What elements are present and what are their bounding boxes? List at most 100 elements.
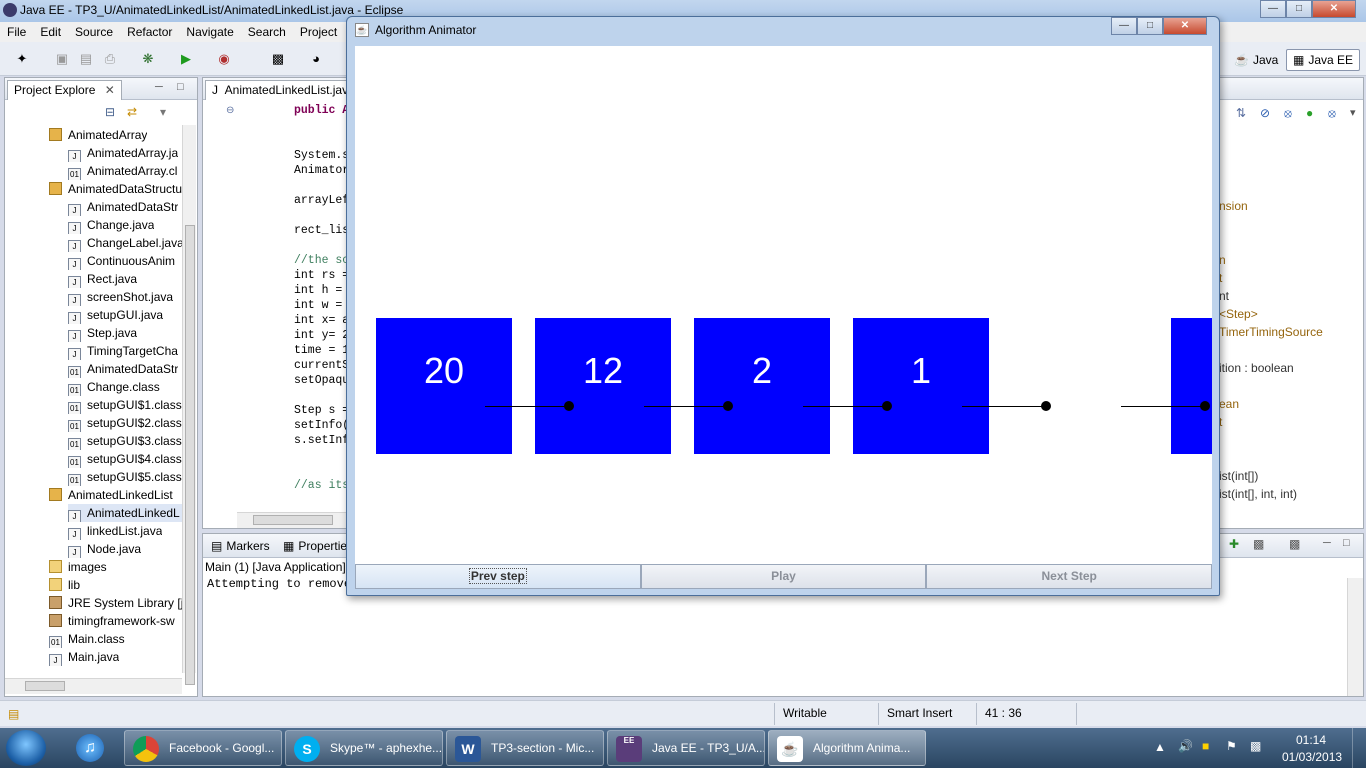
tree-item[interactable]: timingframework-sw bbox=[49, 612, 175, 630]
code-line[interactable]: time = 1 bbox=[294, 343, 349, 358]
scrollbar-thumb[interactable] bbox=[253, 515, 333, 525]
tree-item[interactable]: J Change.java bbox=[68, 216, 154, 234]
tree-item[interactable]: AnimatedDataStructu bbox=[49, 180, 182, 198]
perspective-java-ee[interactable]: ▦ Java EE bbox=[1286, 49, 1361, 71]
taskbar-item-eclipse[interactable]: EE Java EE - TP3_U/A... bbox=[607, 730, 765, 766]
tree-item[interactable]: J ChangeLabel.java bbox=[68, 234, 184, 252]
view-menu-icon[interactable]: ▾ bbox=[1350, 106, 1356, 119]
minimize-icon[interactable]: — bbox=[1260, 0, 1286, 18]
tree-item[interactable]: 01 AnimatedArray.cl bbox=[68, 162, 177, 180]
maximize-icon[interactable]: □ bbox=[1137, 17, 1163, 35]
outline-item[interactable]: ean bbox=[1219, 397, 1239, 411]
tree-item[interactable]: 01 setupGUI$5.class bbox=[68, 468, 182, 486]
print-icon[interactable]: ⎙ bbox=[102, 51, 118, 67]
tree-item[interactable]: images bbox=[49, 558, 107, 576]
code-line[interactable]: arrayLef bbox=[294, 193, 349, 208]
perspective-java[interactable]: ☕ Java bbox=[1228, 49, 1284, 71]
code-line[interactable]: System.s bbox=[294, 148, 349, 163]
debug-icon[interactable]: ❋ bbox=[140, 51, 156, 67]
hide-static-icon[interactable]: ⦻ bbox=[1284, 106, 1292, 121]
show-desktop-button[interactable] bbox=[1352, 728, 1366, 768]
tree-item[interactable]: JsetupGUI.java bbox=[68, 306, 163, 324]
show-hidden-icons-icon[interactable]: ▲ bbox=[1154, 740, 1166, 754]
explorer-horizontal-scrollbar[interactable] bbox=[5, 678, 182, 694]
new-task-icon[interactable]: ▤ bbox=[8, 707, 19, 721]
collapse-all-icon[interactable]: ⊟ bbox=[105, 105, 115, 119]
code-line[interactable]: currentS bbox=[294, 358, 349, 373]
tree-item[interactable]: JlinkedList.java bbox=[68, 522, 162, 540]
flag-icon[interactable]: ⚑ bbox=[1226, 739, 1237, 753]
tree-item[interactable]: 01 setupGUI$3.class bbox=[68, 432, 182, 450]
tab-markers[interactable]: ▤ Markers bbox=[205, 537, 276, 557]
outline-item[interactable]: ition : boolean bbox=[1219, 361, 1294, 375]
outline-item[interactable]: nt bbox=[1219, 289, 1229, 303]
close-icon[interactable]: ✕ bbox=[1312, 0, 1356, 18]
menu-refactor[interactable]: Refactor bbox=[120, 25, 179, 39]
external-tools-icon[interactable]: ◉ bbox=[216, 51, 232, 67]
tree-item[interactable]: 01 Main.class bbox=[49, 630, 125, 648]
tree-item[interactable]: AnimatedLinkedList bbox=[49, 486, 173, 504]
tree-item[interactable]: 01 AnimatedDataStr bbox=[68, 360, 178, 378]
minimize-icon[interactable]: — bbox=[1111, 17, 1137, 35]
notification-icon[interactable]: ■ bbox=[1202, 739, 1209, 753]
link-with-editor-icon[interactable]: ⇄ bbox=[127, 105, 137, 119]
code-line[interactable]: int w = bbox=[294, 298, 342, 313]
minimize-icon[interactable]: ─ bbox=[1323, 537, 1331, 549]
code-line[interactable]: //the sc bbox=[294, 253, 349, 268]
outline-item[interactable]: TimerTimingSource bbox=[1219, 325, 1323, 339]
code-line[interactable]: Step s = bbox=[294, 403, 349, 418]
itunes-pinned-icon[interactable]: ♫ bbox=[62, 730, 118, 766]
menu-edit[interactable]: Edit bbox=[33, 25, 68, 39]
clock-date[interactable]: 01/03/2013 bbox=[1282, 750, 1342, 764]
tree-item[interactable]: 01 Change.class bbox=[68, 378, 160, 396]
tree-item-selected[interactable]: J AnimatedLinkedL bbox=[68, 504, 182, 522]
tree-item[interactable]: AnimatedArray bbox=[49, 126, 147, 144]
console-vertical-scrollbar[interactable] bbox=[1347, 578, 1363, 696]
close-icon[interactable]: ✕ bbox=[105, 83, 115, 97]
volume-icon[interactable]: 🔊 bbox=[1178, 739, 1193, 753]
tree-item[interactable]: J AnimatedArray.ja bbox=[68, 144, 178, 162]
tree-item[interactable]: JRE System Library [jd bbox=[49, 594, 190, 612]
tree-item[interactable]: 01 setupGUI$4.class bbox=[68, 450, 182, 468]
fold-marker-icon[interactable]: ⊖ bbox=[226, 105, 234, 116]
code-line[interactable]: int rs = bbox=[294, 268, 349, 283]
code-line[interactable]: s.setInf bbox=[294, 433, 349, 448]
outline-item[interactable]: ist(int[]) bbox=[1219, 469, 1258, 483]
tree-item[interactable]: J TimingTargetCha bbox=[68, 342, 178, 360]
project-explorer-tab[interactable]: Project Explore ✕ bbox=[7, 80, 122, 100]
console-output[interactable]: Attempting to remove bbox=[207, 577, 351, 591]
hide-local-types-icon[interactable]: ⦻ bbox=[1328, 106, 1336, 121]
hide-fields-icon[interactable]: ⊘ bbox=[1260, 106, 1270, 120]
taskbar-item-word[interactable]: W TP3-section - Mic... bbox=[446, 730, 604, 766]
save-icon[interactable]: ▣ bbox=[54, 51, 70, 67]
tree-item[interactable]: J Node.java bbox=[68, 540, 141, 558]
view-menu-icon[interactable]: ▾ bbox=[160, 105, 166, 119]
tree-item[interactable]: J AnimatedDataStr bbox=[68, 198, 178, 216]
code-line[interactable]: int x= a bbox=[294, 313, 349, 328]
code-line[interactable]: Animator bbox=[294, 163, 349, 178]
outline-item[interactable]: ist(int[], int, int) bbox=[1219, 487, 1297, 501]
start-button[interactable] bbox=[6, 730, 46, 766]
explorer-vertical-scrollbar[interactable] bbox=[182, 125, 196, 685]
code-line[interactable]: //as its bbox=[294, 478, 349, 493]
menu-navigate[interactable]: Navigate bbox=[179, 25, 240, 39]
menu-project[interactable]: Project bbox=[293, 25, 344, 39]
scrollbar-thumb[interactable] bbox=[185, 225, 195, 685]
taskbar-item-algorithm-animator[interactable]: ☕ Algorithm Anima... bbox=[768, 730, 926, 766]
menu-file[interactable]: File bbox=[0, 25, 33, 39]
hide-non-public-icon[interactable]: ● bbox=[1306, 106, 1313, 120]
tree-item[interactable]: J Rect.java bbox=[68, 270, 137, 288]
open-console-icon[interactable]: ▩ bbox=[1289, 537, 1300, 551]
code-line[interactable]: rect_lis bbox=[294, 223, 349, 238]
outline-item[interactable]: nsion bbox=[1219, 199, 1248, 213]
prev-step-button[interactable]: Prev step bbox=[355, 564, 641, 589]
outline-item[interactable]: n bbox=[1219, 253, 1226, 267]
run-icon[interactable]: ▶ bbox=[178, 51, 194, 67]
editor-tab-animatedlinkedlist[interactable]: J AnimatedLinkedList.java bbox=[205, 80, 362, 100]
menu-source[interactable]: Source bbox=[68, 25, 120, 39]
menu-search[interactable]: Search bbox=[241, 25, 293, 39]
pin-console-icon[interactable]: ✚ bbox=[1229, 537, 1239, 551]
tree-item[interactable]: JscreenShot.java bbox=[68, 288, 173, 306]
display-console-icon[interactable]: ▩ bbox=[1253, 537, 1264, 551]
code-line[interactable]: public A bbox=[294, 103, 349, 118]
